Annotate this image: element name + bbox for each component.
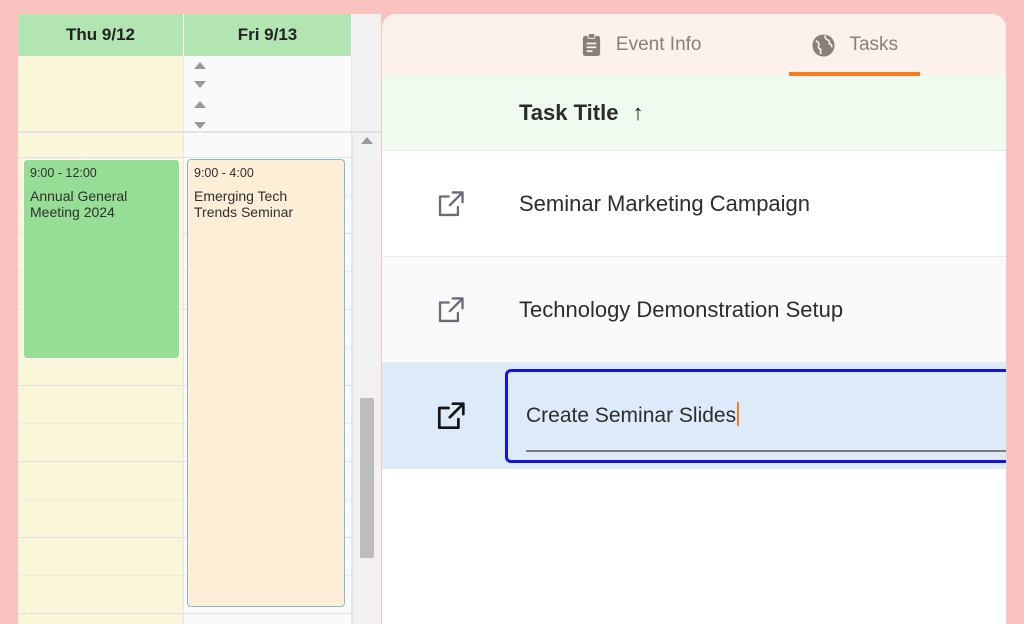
- scroll-up-arrow-icon[interactable]: [193, 62, 206, 69]
- calendar-day-header-fri[interactable]: Fri 9/13: [184, 14, 352, 56]
- calendar-allday-cell-fri[interactable]: [184, 56, 352, 131]
- globe-icon: [811, 33, 836, 58]
- event-title-line1: Emerging Tech: [194, 187, 288, 204]
- external-link-icon[interactable]: [382, 400, 519, 432]
- event-title-line2: Trends Seminar: [194, 204, 294, 221]
- event-time: 9:00 - 12:00: [30, 166, 97, 180]
- calendar-day-header-thu[interactable]: Thu 9/12: [18, 14, 184, 56]
- calendar-header-gutter: [352, 14, 381, 56]
- calendar-day-label: Thu 9/12: [66, 25, 135, 44]
- column-header-task-title: Task Title: [519, 100, 619, 125]
- task-title: Seminar Marketing Campaign: [519, 190, 811, 216]
- table-row[interactable]: Technology Demonstration Setup: [382, 257, 1006, 363]
- calendar-event-annual-general-meeting[interactable]: 9:00 - 12:00 Annual General Meeting 2024: [23, 159, 180, 359]
- calendar-column-thu[interactable]: 9:00 - 12:00 Annual General Meeting 2024: [18, 133, 184, 624]
- details-panel: Event Info Tasks Task Title ↑ Seminar Ma…: [382, 14, 1006, 624]
- tab-tasks[interactable]: Tasks: [789, 14, 920, 76]
- scroll-up-arrow-icon[interactable]: [361, 137, 373, 144]
- scroll-up-arrow-icon[interactable]: [193, 101, 206, 108]
- scroll-down-arrow-icon[interactable]: [193, 122, 206, 129]
- calendar-allday-row: [18, 56, 381, 133]
- task-title-input-value: Create Seminar Slides: [526, 404, 737, 427]
- tab-event-info[interactable]: Event Info: [558, 14, 724, 76]
- external-link-icon[interactable]: [382, 295, 519, 325]
- table-row-editing[interactable]: Create Seminar Slides: [382, 363, 1006, 469]
- external-link-icon[interactable]: [382, 189, 519, 219]
- sort-ascending-icon: ↑: [632, 100, 644, 125]
- calendar-day-label: Fri 9/13: [237, 25, 298, 44]
- task-table: Task Title ↑ Seminar Marketing Campaign: [382, 76, 1006, 589]
- tab-bar: Event Info Tasks: [382, 14, 1006, 76]
- event-time: 9:00 - 4:00: [194, 166, 254, 180]
- calendar-time-grid: 9:00 - 12:00 Annual General Meeting 2024…: [18, 133, 381, 624]
- task-title: Technology Demonstration Setup: [519, 296, 844, 322]
- scrollbar-thumb[interactable]: [360, 398, 374, 558]
- calendar-allday-cell-thu[interactable]: [18, 56, 184, 131]
- event-title-line2: Meeting 2024: [30, 204, 115, 221]
- tab-label: Tasks: [849, 34, 899, 55]
- task-table-header[interactable]: Task Title ↑: [382, 76, 1006, 151]
- task-title-input[interactable]: Create Seminar Slides: [505, 369, 1006, 463]
- event-title-line1: Annual General: [30, 187, 128, 204]
- calendar-allday-scrollbar[interactable]: [193, 56, 381, 131]
- task-table-empty-area: [382, 469, 1006, 589]
- text-caret: [737, 402, 740, 426]
- table-row[interactable]: Seminar Marketing Campaign: [382, 151, 1006, 257]
- scroll-down-arrow-icon[interactable]: [193, 81, 206, 88]
- input-underline: [526, 450, 1006, 452]
- calendar-panel: Thu 9/12 Fri 9/13 9:00 - 12:00 Annual Ge…: [18, 14, 381, 624]
- clipboard-icon: [580, 32, 603, 58]
- calendar-event-emerging-tech-trends-seminar[interactable]: 9:00 - 4:00 Emerging Tech Trends Seminar: [187, 159, 345, 607]
- tab-label: Event Info: [615, 34, 702, 55]
- calendar-column-fri[interactable]: 9:00 - 4:00 Emerging Tech Trends Seminar: [184, 133, 352, 624]
- calendar-day-header-row: Thu 9/12 Fri 9/13: [18, 14, 381, 56]
- calendar-vertical-scrollbar[interactable]: [352, 133, 381, 624]
